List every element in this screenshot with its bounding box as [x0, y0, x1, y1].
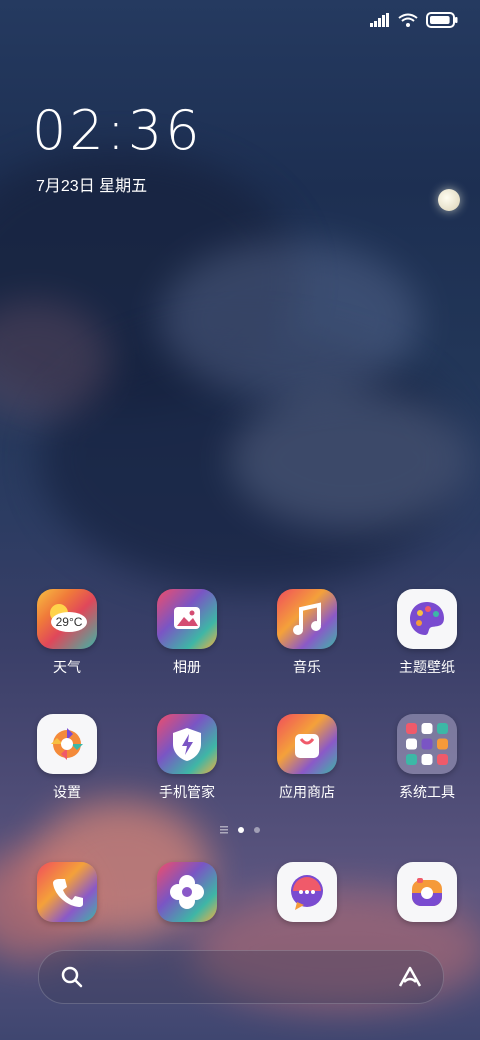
app-store[interactable]: 应用商店: [254, 714, 360, 802]
page-indicator[interactable]: [0, 826, 480, 834]
app-label: 相册: [173, 659, 201, 675]
app-grid-row-2: 设置 手机管家 应用商店 系统工具: [0, 714, 480, 802]
page-dot-2: [254, 827, 260, 833]
security-shield-icon: [157, 714, 217, 774]
search-bar[interactable]: [38, 950, 444, 1004]
folder-icon: [397, 714, 457, 774]
app-label: 系统工具: [399, 784, 455, 800]
settings-icon: [37, 714, 97, 774]
app-grid-row-1: 29°C 天气 相册 音乐 主题壁纸: [0, 589, 480, 677]
app-label: 设置: [53, 784, 81, 800]
browser-flower-icon: [157, 862, 217, 922]
signal-icon: [370, 13, 389, 27]
search-icon[interactable]: [61, 966, 83, 988]
folder-system-tools[interactable]: 系统工具: [374, 714, 480, 802]
dock-camera[interactable]: [374, 862, 480, 922]
camera-icon: [397, 862, 457, 922]
battery-icon: [426, 12, 458, 28]
app-label: 天气: [53, 659, 81, 675]
clock-date[interactable]: 7月23日 星期五: [36, 172, 147, 196]
gallery-icon: [157, 589, 217, 649]
app-label: 主题壁纸: [399, 659, 455, 675]
page-dot-1: [238, 827, 244, 833]
app-weather[interactable]: 29°C 天气: [14, 589, 120, 677]
app-themes[interactable]: 主题壁纸: [374, 589, 480, 677]
app-label: 音乐: [293, 659, 321, 675]
app-label: 应用商店: [279, 784, 335, 800]
clock-time[interactable]: 02:36: [32, 104, 203, 158]
assistant-icon[interactable]: [397, 965, 423, 989]
moon: [438, 189, 460, 211]
app-store-bag-icon: [277, 714, 337, 774]
app-music[interactable]: 音乐: [254, 589, 360, 677]
dock: [0, 862, 480, 922]
palette-icon: [397, 589, 457, 649]
music-icon: [277, 589, 337, 649]
app-gallery[interactable]: 相册: [134, 589, 240, 677]
dock-messages[interactable]: [254, 862, 360, 922]
app-label: 手机管家: [159, 784, 215, 800]
dock-phone[interactable]: [14, 862, 120, 922]
status-bar: [370, 10, 458, 30]
phone-icon: [37, 862, 97, 922]
weather-temp-badge: 29°C: [56, 615, 83, 629]
dock-browser[interactable]: [134, 862, 240, 922]
weather-icon: 29°C: [37, 589, 97, 649]
menu-lines-icon: [220, 826, 228, 834]
wifi-icon: [398, 13, 418, 27]
app-settings[interactable]: 设置: [14, 714, 120, 802]
app-phone-manager[interactable]: 手机管家: [134, 714, 240, 802]
messages-icon: [277, 862, 337, 922]
